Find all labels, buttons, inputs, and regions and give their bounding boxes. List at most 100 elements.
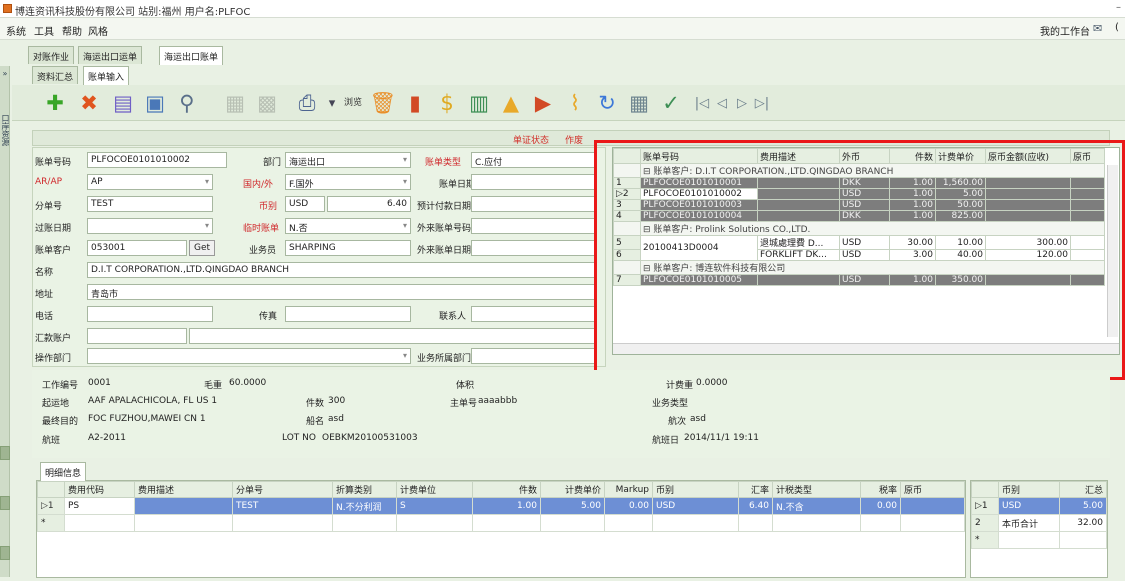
bill-type-select[interactable]: C.应付 bbox=[471, 152, 597, 168]
fax-field[interactable] bbox=[285, 306, 411, 322]
add-icon[interactable]: ✚ bbox=[40, 88, 70, 118]
col-currency[interactable]: 币别 bbox=[997, 481, 1061, 498]
save-icon[interactable]: ▦ bbox=[220, 88, 250, 118]
col-qty[interactable]: 件数 bbox=[472, 481, 541, 498]
tab-detail[interactable]: 明细信息 bbox=[40, 462, 87, 481]
refresh-icon[interactable]: ↻ bbox=[592, 88, 622, 118]
menu-system[interactable]: 系统 bbox=[6, 23, 26, 38]
save-disabled-icon[interactable]: ▩ bbox=[252, 88, 282, 118]
workspace-link[interactable]: 我的工作台 bbox=[1040, 23, 1090, 38]
tab-sea-export-bill[interactable]: 海运出口账单 bbox=[159, 46, 224, 65]
dept-select[interactable]: 海运出口 ▾ bbox=[285, 152, 411, 168]
col-unit[interactable]: 计费单位 bbox=[396, 481, 473, 498]
col-rate[interactable]: 汇率 bbox=[738, 481, 773, 498]
strip-button[interactable] bbox=[0, 446, 10, 460]
search-icon[interactable]: ⚲ bbox=[172, 88, 202, 118]
table-row[interactable]: ▷1 PS TEST N.不分利润 S 1.00 5.00 0.00 USD 6… bbox=[37, 497, 965, 515]
tab-reconcile[interactable]: 对账作业 bbox=[28, 46, 75, 64]
doc-icon[interactable]: ▥ bbox=[464, 88, 494, 118]
bill-date-field[interactable] bbox=[471, 174, 597, 190]
remit-account-field[interactable] bbox=[87, 328, 187, 344]
prev-icon[interactable]: ◁ bbox=[712, 88, 732, 118]
domestic-select[interactable]: F.国外 ▾ bbox=[285, 174, 411, 190]
menu-style[interactable]: 风格 bbox=[88, 23, 108, 38]
volume-label: 体积 bbox=[456, 381, 475, 391]
rate-field[interactable]: 6.40 bbox=[327, 196, 411, 212]
last-icon[interactable]: ▷| bbox=[752, 88, 772, 118]
money-icon[interactable]: $ bbox=[432, 88, 462, 118]
pkgs-value: 300 bbox=[328, 396, 346, 406]
expand-icon[interactable]: » bbox=[0, 69, 10, 78]
chevron-down-icon: ▾ bbox=[402, 177, 407, 186]
tab-summary[interactable]: 资料汇总 bbox=[32, 66, 79, 84]
col-price[interactable]: 计费单价 bbox=[540, 481, 605, 498]
currency-select[interactable]: USD bbox=[285, 196, 325, 212]
vessel-value: asd bbox=[328, 414, 344, 424]
col-markup[interactable]: Markup bbox=[604, 481, 653, 498]
address-field[interactable]: 青岛市 bbox=[87, 284, 597, 300]
strip-button[interactable] bbox=[0, 496, 10, 510]
ext-no-label: 外来账单号码 bbox=[417, 224, 472, 234]
more-icon[interactable]: ( bbox=[1115, 22, 1119, 33]
new-row[interactable]: * bbox=[971, 531, 1107, 549]
voyage-value: asd bbox=[690, 414, 706, 424]
contact-field[interactable] bbox=[471, 306, 597, 322]
side-strip-label[interactable]: 口岸资源 bbox=[0, 110, 10, 150]
post-date-field[interactable]: ▾ bbox=[87, 218, 213, 234]
export-icon[interactable]: ▶ bbox=[528, 88, 558, 118]
minimize-icon[interactable]: – bbox=[1116, 2, 1121, 13]
window-icon[interactable]: ▣ bbox=[140, 88, 170, 118]
op-dept-select[interactable]: ▾ bbox=[87, 348, 411, 364]
pay-date-field[interactable] bbox=[471, 196, 597, 212]
col-fee-code[interactable]: 费用代码 bbox=[64, 481, 135, 498]
lot-value: OEBKM20100531003 bbox=[322, 433, 418, 443]
biz-dept-select[interactable] bbox=[471, 348, 597, 364]
phone-field[interactable] bbox=[87, 306, 213, 322]
browse-button[interactable]: 浏览 bbox=[340, 88, 366, 118]
trash-icon[interactable]: 🗑 bbox=[368, 88, 398, 118]
ext-no-field[interactable] bbox=[471, 218, 597, 234]
col-orig[interactable]: 原币 bbox=[900, 481, 965, 498]
table-row[interactable]: 2 本币合计 32.00 bbox=[971, 514, 1107, 532]
col-fee-desc[interactable]: 费用描述 bbox=[134, 481, 233, 498]
next-icon[interactable]: ▷ bbox=[732, 88, 752, 118]
salesman-field[interactable]: SHARPING bbox=[285, 240, 411, 256]
ext-date-field[interactable] bbox=[471, 240, 597, 256]
edit-icon[interactable]: ▤ bbox=[108, 88, 138, 118]
col-sub-no[interactable]: 分单号 bbox=[232, 481, 333, 498]
print-icon[interactable]: ⎙ bbox=[292, 88, 322, 118]
get-button[interactable]: Get bbox=[189, 240, 216, 256]
audit-icon[interactable]: ✓ bbox=[656, 88, 686, 118]
arap-select[interactable]: AP ▾ bbox=[87, 174, 213, 190]
table-icon[interactable]: ▦ bbox=[624, 88, 654, 118]
delete-icon[interactable]: ✖ bbox=[74, 88, 104, 118]
col-conv-type[interactable]: 折算类别 bbox=[332, 481, 397, 498]
chart-icon[interactable]: ▮ bbox=[400, 88, 430, 118]
temp-bill-select[interactable]: N.否 ▾ bbox=[285, 218, 411, 234]
upload-icon[interactable]: ▲ bbox=[496, 88, 526, 118]
col-tax-type[interactable]: 计税类型 bbox=[772, 481, 861, 498]
first-icon[interactable]: |◁ bbox=[692, 88, 712, 118]
menu-help[interactable]: 帮助 bbox=[62, 23, 82, 38]
domestic-value: F.国外 bbox=[289, 180, 314, 190]
strip-button[interactable] bbox=[0, 546, 10, 560]
col-total[interactable]: 汇总 bbox=[1059, 481, 1107, 498]
attach-icon[interactable]: ⌇ bbox=[560, 88, 590, 118]
col-currency[interactable]: 币别 bbox=[652, 481, 739, 498]
print-dropdown-icon[interactable]: ▾ bbox=[322, 88, 342, 118]
new-row[interactable]: * bbox=[37, 514, 965, 532]
mail-icon[interactable]: ✉ bbox=[1093, 22, 1102, 35]
col-tax-rate[interactable]: 税率 bbox=[860, 481, 901, 498]
name-field[interactable]: D.I.T CORPORATION.,LTD.QINGDAO BRANCH bbox=[87, 262, 597, 278]
table-row[interactable]: ▷1 USD 5.00 bbox=[971, 497, 1107, 515]
menu-tools[interactable]: 工具 bbox=[34, 23, 54, 38]
remit-account-name[interactable] bbox=[189, 328, 597, 344]
tab-bill-input[interactable]: 账单输入 bbox=[83, 66, 130, 85]
currency-label: 币别 bbox=[259, 202, 278, 212]
bill-no-field[interactable]: PLFOCOE0101010002 bbox=[87, 152, 227, 168]
sub-no-field[interactable]: TEST bbox=[87, 196, 213, 212]
tab-sea-export-waybill[interactable]: 海运出口运单 bbox=[78, 46, 143, 64]
customer-code-field[interactable]: 053001 bbox=[87, 240, 187, 256]
toolbar: ✚ ✖ ▤ ▣ ⚲ ▦ ▩ ⎙ ▾ 浏览 🗑 ▮ $ ▥ ▲ ▶ ⌇ ↻ ▦ ✓… bbox=[12, 85, 1125, 121]
row-header bbox=[971, 481, 999, 498]
